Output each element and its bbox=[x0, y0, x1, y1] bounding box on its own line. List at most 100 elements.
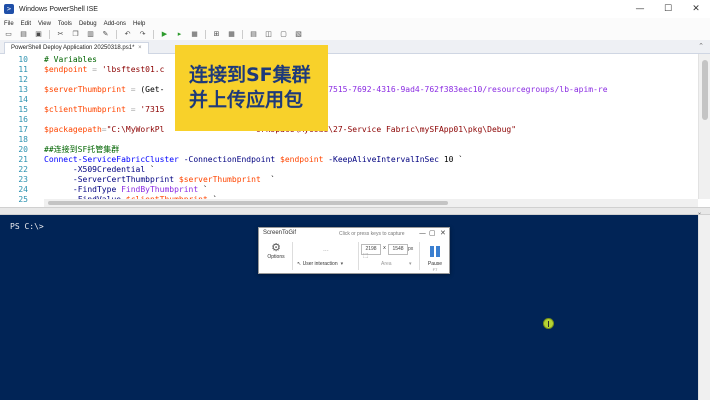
chevron-down-icon: ▾ bbox=[340, 261, 344, 267]
line-number: 20 bbox=[18, 145, 28, 154]
menu-file[interactable]: File bbox=[4, 21, 14, 27]
run-selection-icon[interactable]: ▸ bbox=[175, 30, 184, 39]
clear-icon[interactable]: ✎ bbox=[101, 30, 110, 39]
copy-icon[interactable]: ❐ bbox=[71, 30, 80, 39]
show-script-max-icon[interactable]: ▢ bbox=[279, 30, 288, 39]
recorder-header[interactable]: ScreenToGif Click or press keys to captu… bbox=[259, 228, 449, 240]
caption-line-2: 并上传应用包 bbox=[189, 89, 304, 111]
code-token: -X509Credential bbox=[72, 165, 146, 174]
pane-splitter[interactable]: ⌄ bbox=[0, 207, 710, 216]
menu-addons[interactable]: Add-ons bbox=[104, 21, 126, 27]
tab-close-icon[interactable]: × bbox=[138, 45, 142, 51]
size-separator: x bbox=[383, 245, 386, 251]
code-token: FindByThumbprint bbox=[121, 185, 199, 194]
code-line[interactable]: # Variables bbox=[44, 55, 97, 65]
minimize-icon[interactable]: — bbox=[419, 229, 426, 237]
code-line[interactable]: -X509Credential ` bbox=[44, 165, 155, 175]
scrollbar-thumb[interactable] bbox=[48, 201, 448, 205]
code-token: "C:\MyWorkPl bbox=[106, 125, 165, 134]
code-token: = bbox=[125, 105, 141, 114]
caption-overlay: 连接到SF集群 并上传应用包 bbox=[175, 45, 328, 131]
run-icon[interactable]: ▶ bbox=[160, 30, 169, 39]
menu-view[interactable]: View bbox=[38, 21, 51, 27]
caption-line-1: 连接到SF集群 bbox=[189, 64, 311, 86]
line-number: 13 bbox=[18, 85, 28, 94]
editor-vertical-scrollbar[interactable] bbox=[698, 54, 710, 199]
script-editor[interactable]: 10 11 12 13 14 15 16 17 18 20 21 22 23 24 25 # Variabl… bbox=[0, 54, 710, 207]
code-line[interactable]: ##连接到SF托管集群 bbox=[44, 145, 119, 155]
console-prompt: PS C:\> bbox=[10, 222, 44, 231]
powershell-icon: > bbox=[4, 4, 14, 14]
recorder-separator bbox=[419, 242, 420, 270]
code-area[interactable]: # Variables$endpoint = 'lbsftest01.c dap… bbox=[44, 54, 698, 207]
code-line[interactable]: Connect-ServiceFabricCluster -Connection… bbox=[44, 155, 463, 165]
paste-icon[interactable]: ▥ bbox=[86, 30, 95, 39]
screentogif-recorder[interactable]: ScreenToGif Click or press keys to captu… bbox=[258, 227, 450, 274]
cut-icon[interactable]: ✂ bbox=[56, 30, 65, 39]
code-token: (Get- bbox=[140, 85, 165, 94]
minimize-button[interactable]: — bbox=[626, 0, 654, 18]
new-file-icon[interactable]: ▭ bbox=[4, 30, 13, 39]
menu-debug[interactable]: Debug bbox=[79, 21, 97, 27]
line-number: 25 bbox=[18, 195, 28, 204]
stop-icon[interactable]: ■ bbox=[190, 30, 199, 39]
maximize-icon[interactable]: ▢ bbox=[429, 229, 436, 237]
maximize-button[interactable]: ☐ bbox=[654, 0, 682, 18]
pause-icon bbox=[430, 246, 440, 257]
console-vertical-scrollbar[interactable] bbox=[698, 215, 710, 400]
undo-icon[interactable]: ↶ bbox=[123, 30, 132, 39]
area-select-icon[interactable]: ⬚ bbox=[363, 252, 369, 259]
options-button[interactable]: ⚙ Options bbox=[265, 242, 287, 272]
line-number: 15 bbox=[18, 105, 28, 114]
pause-button[interactable]: Pause F7 bbox=[423, 242, 447, 272]
toolbar-separator bbox=[242, 30, 243, 39]
open-folder-icon[interactable]: ▤ bbox=[19, 30, 28, 39]
pause-shortcut: F7 bbox=[432, 267, 438, 272]
line-number: 10 bbox=[18, 55, 28, 64]
editor-horizontal-scrollbar[interactable] bbox=[44, 199, 698, 207]
line-number: 24 bbox=[18, 185, 28, 194]
code-token: -KeepAliveIntervalInSec bbox=[328, 155, 439, 164]
code-token: $serverThumbprint bbox=[44, 85, 126, 94]
close-icon[interactable]: ✕ bbox=[440, 229, 446, 237]
close-button[interactable]: ✕ bbox=[682, 0, 710, 18]
code-line[interactable]: -FindType FindByThumbprint ` bbox=[44, 185, 208, 195]
menu-help[interactable]: Help bbox=[133, 21, 145, 27]
toolbar: ▭ ▤ ▣ ✂ ❐ ▥ ✎ ↶ ↷ ▶ ▸ ■ ⊞ ▦ ▤ ◫ ▢ ▧ bbox=[0, 29, 710, 40]
show-script-pane-icon[interactable]: ▤ bbox=[249, 30, 258, 39]
code-token: '7315 bbox=[140, 105, 165, 114]
line-number: 11 bbox=[18, 65, 28, 74]
new-remote-tab-icon[interactable]: ⊞ bbox=[212, 30, 221, 39]
line-number: 14 bbox=[18, 95, 28, 104]
save-icon[interactable]: ▣ bbox=[34, 30, 43, 39]
recorder-hint: Click or press keys to capture bbox=[339, 231, 405, 237]
scrollbar-thumb[interactable] bbox=[702, 60, 708, 120]
height-input[interactable]: 1548 bbox=[388, 244, 408, 255]
redo-icon[interactable]: ↷ bbox=[138, 30, 147, 39]
capture-mode-select[interactable]: ↖ User interaction ▾ bbox=[297, 261, 343, 267]
start-powershell-icon[interactable]: ▦ bbox=[227, 30, 236, 39]
code-token: -ServerCertThumbprint bbox=[72, 175, 175, 184]
show-script-right-icon[interactable]: ◫ bbox=[264, 30, 273, 39]
menu-bar: File Edit View Tools Debug Add-ons Help bbox=[0, 18, 710, 29]
script-tab-bar: PowerShell Deploy Application 20250318.p… bbox=[0, 40, 710, 54]
code-token: ##连接到SF托管集群 bbox=[44, 145, 120, 154]
code-token: ` bbox=[198, 185, 208, 194]
code-line[interactable]: -ServerCertThumbprint $serverThumbprint … bbox=[44, 175, 275, 185]
area-select-label[interactable]: Area bbox=[381, 261, 392, 267]
code-token: ` bbox=[260, 175, 276, 184]
recorder-title: ScreenToGif bbox=[263, 230, 297, 236]
chevron-up-icon[interactable]: ⌃ bbox=[698, 42, 704, 50]
window-title: Windows PowerShell ISE bbox=[19, 5, 98, 13]
line-number: 17 bbox=[18, 125, 28, 134]
show-command-icon[interactable]: ▧ bbox=[294, 30, 303, 39]
code-token: $endpoint bbox=[280, 155, 324, 164]
menu-tools[interactable]: Tools bbox=[58, 21, 72, 27]
line-number: 21 bbox=[18, 155, 28, 164]
code-token: 'lbsftest01.c bbox=[101, 65, 165, 74]
toolbar-separator bbox=[49, 30, 50, 39]
tab-script[interactable]: PowerShell Deploy Application 20250318.p… bbox=[4, 42, 149, 54]
menu-edit[interactable]: Edit bbox=[21, 21, 31, 27]
